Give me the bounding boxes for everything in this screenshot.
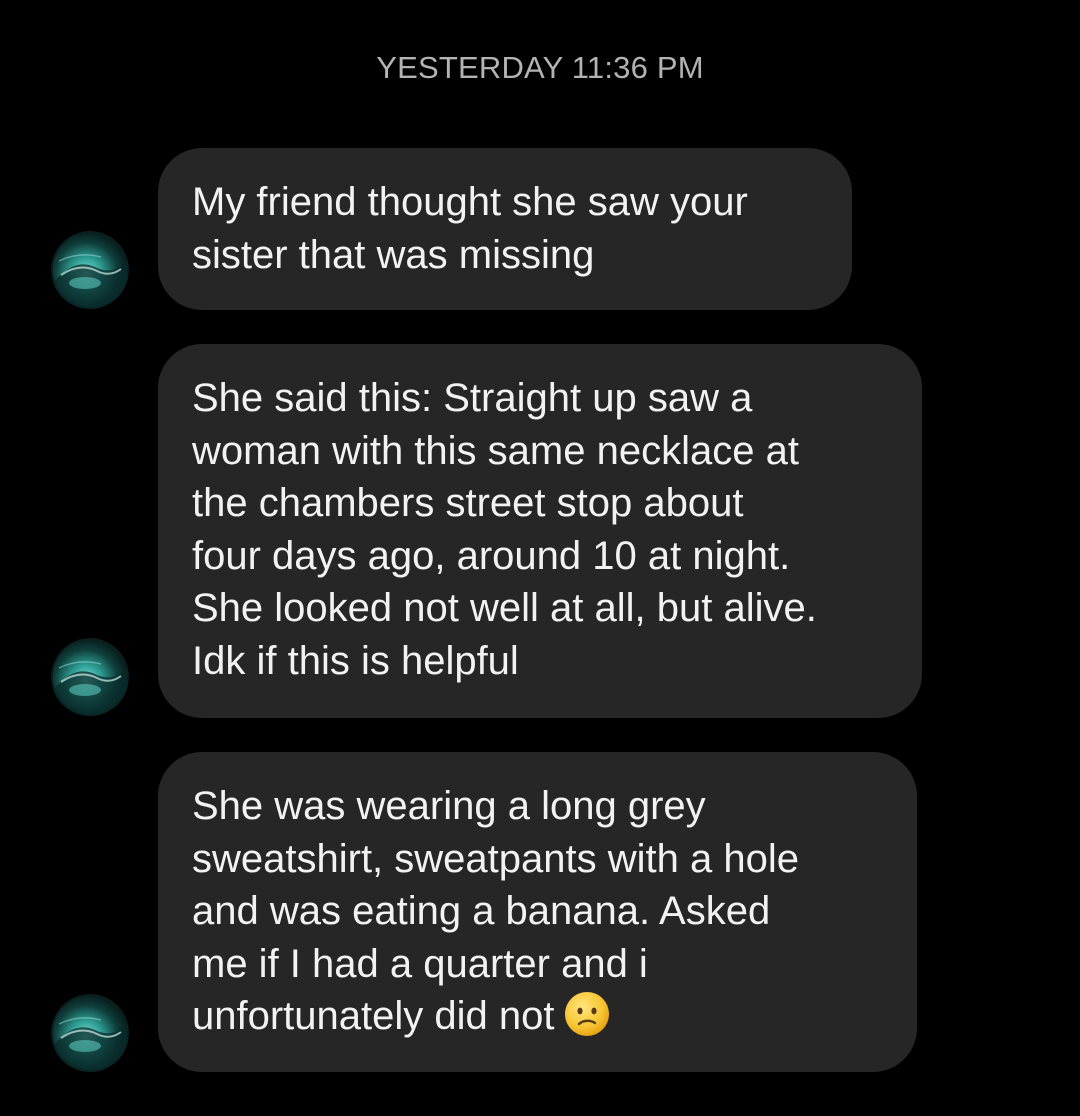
message-line: me if I had a quarter and i: [192, 941, 648, 986]
message-bubble[interactable]: She was wearing a long grey sweatshirt, …: [158, 752, 917, 1072]
message-line: unfortunately did not: [192, 994, 555, 1038]
ocean-wave-avatar-icon[interactable]: [51, 994, 129, 1072]
message-line: She looked not well at all, but alive.: [192, 586, 817, 630]
ocean-wave-avatar-icon[interactable]: [51, 231, 129, 309]
message-line: woman with this same necklace at: [192, 428, 799, 473]
message-line: Idk if this is helpful: [192, 638, 519, 683]
message-line: sweatshirt, sweatpants with a hole: [192, 836, 799, 881]
confused-face-emoji-icon: [565, 992, 610, 1036]
message-line: She said this: Straight up saw a: [192, 376, 753, 420]
message-bubble[interactable]: She said this: Straight up saw a woman w…: [158, 344, 922, 718]
message-line: She was wearing a long grey: [192, 784, 706, 828]
message-line: and was eating a banana. Asked: [192, 889, 771, 933]
message-bubble[interactable]: My friend thought she saw your sister th…: [158, 148, 852, 310]
message-line: My friend thought she saw your: [192, 180, 748, 224]
message-line-with-emoji: unfortunately did not: [192, 990, 883, 1043]
ocean-wave-avatar-icon[interactable]: [51, 638, 129, 716]
message-line: sister that was missing: [192, 232, 595, 277]
message-line: the chambers street stop about: [192, 481, 744, 525]
conversation-timestamp: YESTERDAY 11:36 PM: [376, 50, 704, 85]
message-line: four days ago, around 10 at night.: [192, 533, 791, 578]
